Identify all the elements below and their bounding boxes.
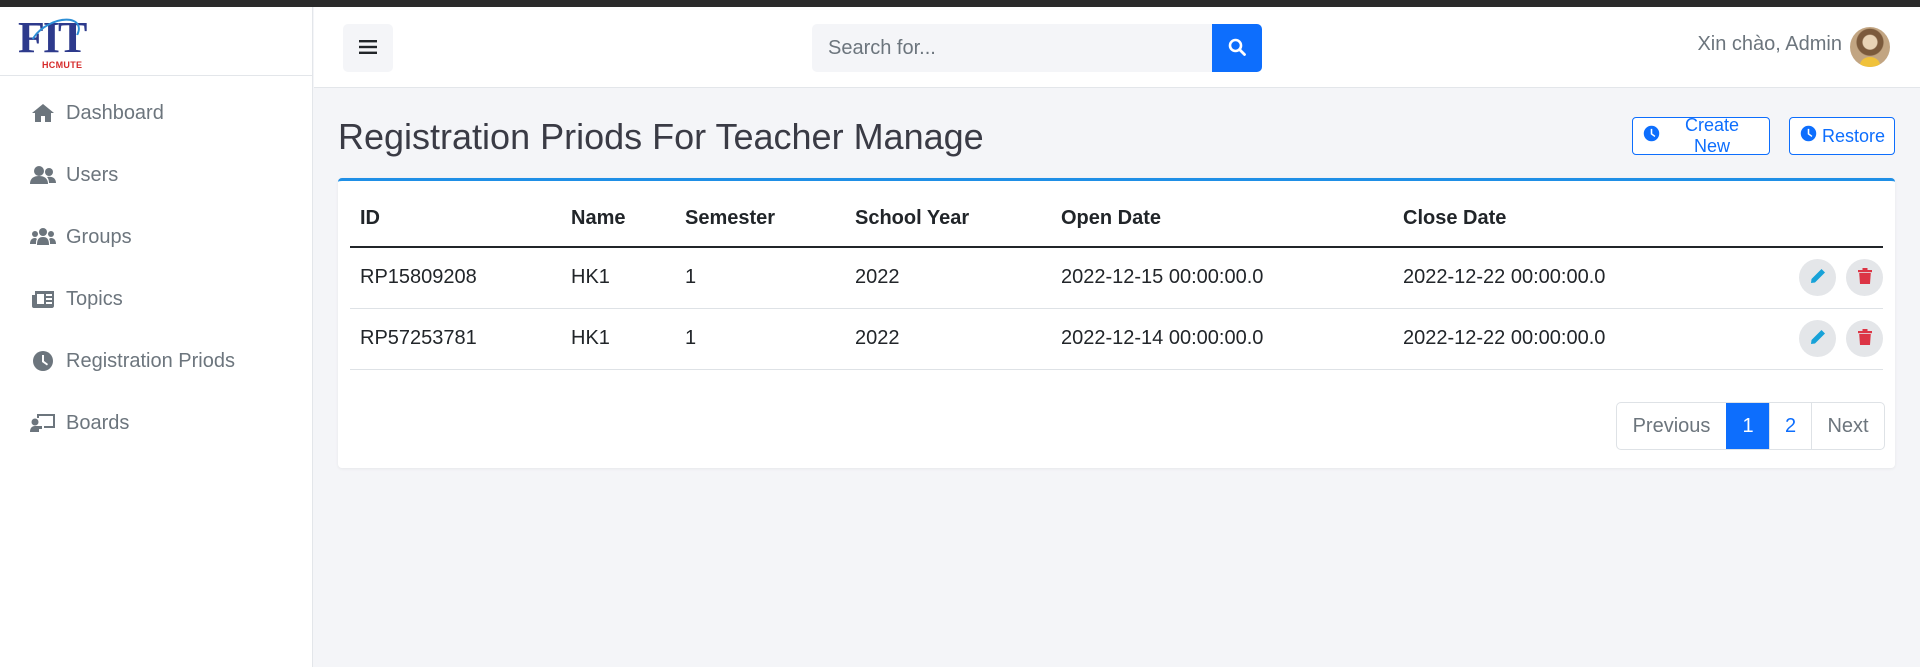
sidebar-item-topics[interactable]: Topics [0,268,312,330]
newspaper-icon [30,288,56,310]
logo-area: FIT HCMUTE [0,7,312,76]
restore-button[interactable]: Restore [1789,117,1895,155]
sidebar-item-boards[interactable]: Boards [0,392,312,454]
sidebar-item-label: Topics [66,287,123,310]
column-header-school-year[interactable]: School Year [845,191,1051,248]
table-row: RP15809208 HK1 1 2022 2022-12-15 00:00:0… [350,247,1883,309]
group-icon [30,226,56,248]
table-header-row: ID Name Semester School Year Open Date C… [350,191,1883,248]
search-input[interactable] [812,24,1212,72]
cell-name: HK1 [561,247,675,309]
column-header-actions [1753,191,1883,248]
search-bar [812,24,1262,72]
delete-button[interactable] [1846,320,1883,357]
chalkboard-teacher-icon [30,412,56,434]
cell-name: HK1 [561,308,675,370]
cell-school-year: 2022 [845,247,1051,309]
registration-periods-card: ID Name Semester School Year Open Date C… [338,178,1895,468]
pencil-icon [1810,268,1826,287]
delete-button[interactable] [1846,259,1883,297]
sidebar-nav: Dashboard Users Groups Topics Registrati… [0,76,312,454]
sidebar-item-label: Dashboard [66,101,164,124]
sidebar-item-dashboard[interactable]: Dashboard [0,82,312,144]
logo-subtext: HCMUTE [42,60,83,70]
row-actions [1753,308,1883,370]
cell-semester: 1 [675,308,845,370]
topbar: Xin chào, Admin [314,7,1920,88]
user-greeting[interactable]: Xin chào, Admin [1697,33,1842,56]
users-icon [30,164,56,186]
cell-open-date: 2022-12-14 00:00:00.0 [1051,308,1393,370]
edit-button[interactable] [1799,320,1837,357]
sidebar: FIT HCMUTE Dashboard Users Groups Topics… [0,7,313,667]
column-header-id[interactable]: ID [350,191,561,248]
fit-hcmute-logo[interactable]: FIT HCMUTE [18,11,88,70]
column-header-open-date[interactable]: Open Date [1051,191,1393,248]
search-icon [1228,38,1246,59]
home-icon [30,102,56,124]
cell-id: RP15809208 [350,247,561,309]
sidebar-item-label: Registration Priods [66,349,235,372]
sidebar-item-label: Groups [66,225,132,248]
create-new-button[interactable]: Create New [1632,115,1770,156]
cell-semester: 1 [675,247,845,309]
clock-icon [1800,125,1822,147]
create-new-label: Create New [1684,115,1740,156]
sidebar-item-registration-priods[interactable]: Registration Priods [0,330,312,392]
pagination: Previous 1 2 Next [1616,402,1885,450]
pencil-icon [1810,329,1826,348]
trash-icon [1857,329,1872,348]
clock-icon [30,350,56,372]
pagination-next[interactable]: Next [1811,403,1884,449]
hamburger-icon [359,39,377,58]
registration-periods-table: ID Name Semester School Year Open Date C… [350,191,1883,370]
pagination-page-1[interactable]: 1 [1726,403,1769,449]
sidebar-item-label: Users [66,163,119,186]
cell-close-date: 2022-12-22 00:00:00.0 [1393,308,1753,370]
edit-button[interactable] [1799,259,1837,297]
sidebar-item-label: Boards [66,411,130,434]
trash-icon [1857,268,1872,287]
search-button[interactable] [1212,24,1262,72]
column-header-name[interactable]: Name [561,191,675,248]
table-row: RP57253781 HK1 1 2022 2022-12-14 00:00:0… [350,308,1883,370]
avatar[interactable] [1850,27,1890,67]
pagination-page-2[interactable]: 2 [1769,403,1811,449]
restore-label: Restore [1822,125,1886,146]
cell-open-date: 2022-12-15 00:00:00.0 [1051,247,1393,309]
cell-school-year: 2022 [845,308,1051,370]
pagination-previous[interactable]: Previous [1617,403,1726,449]
cell-id: RP57253781 [350,308,561,370]
clock-icon [1643,125,1665,147]
column-header-semester[interactable]: Semester [675,191,845,248]
row-actions [1753,247,1883,309]
window-top-strip [0,0,1920,7]
column-header-close-date[interactable]: Close Date [1393,191,1753,248]
sidebar-item-users[interactable]: Users [0,144,312,206]
sidebar-item-groups[interactable]: Groups [0,206,312,268]
page-title: Registration Priods For Teacher Manage [338,116,984,157]
sidebar-toggle-button[interactable] [343,24,393,72]
cell-close-date: 2022-12-22 00:00:00.0 [1393,247,1753,309]
